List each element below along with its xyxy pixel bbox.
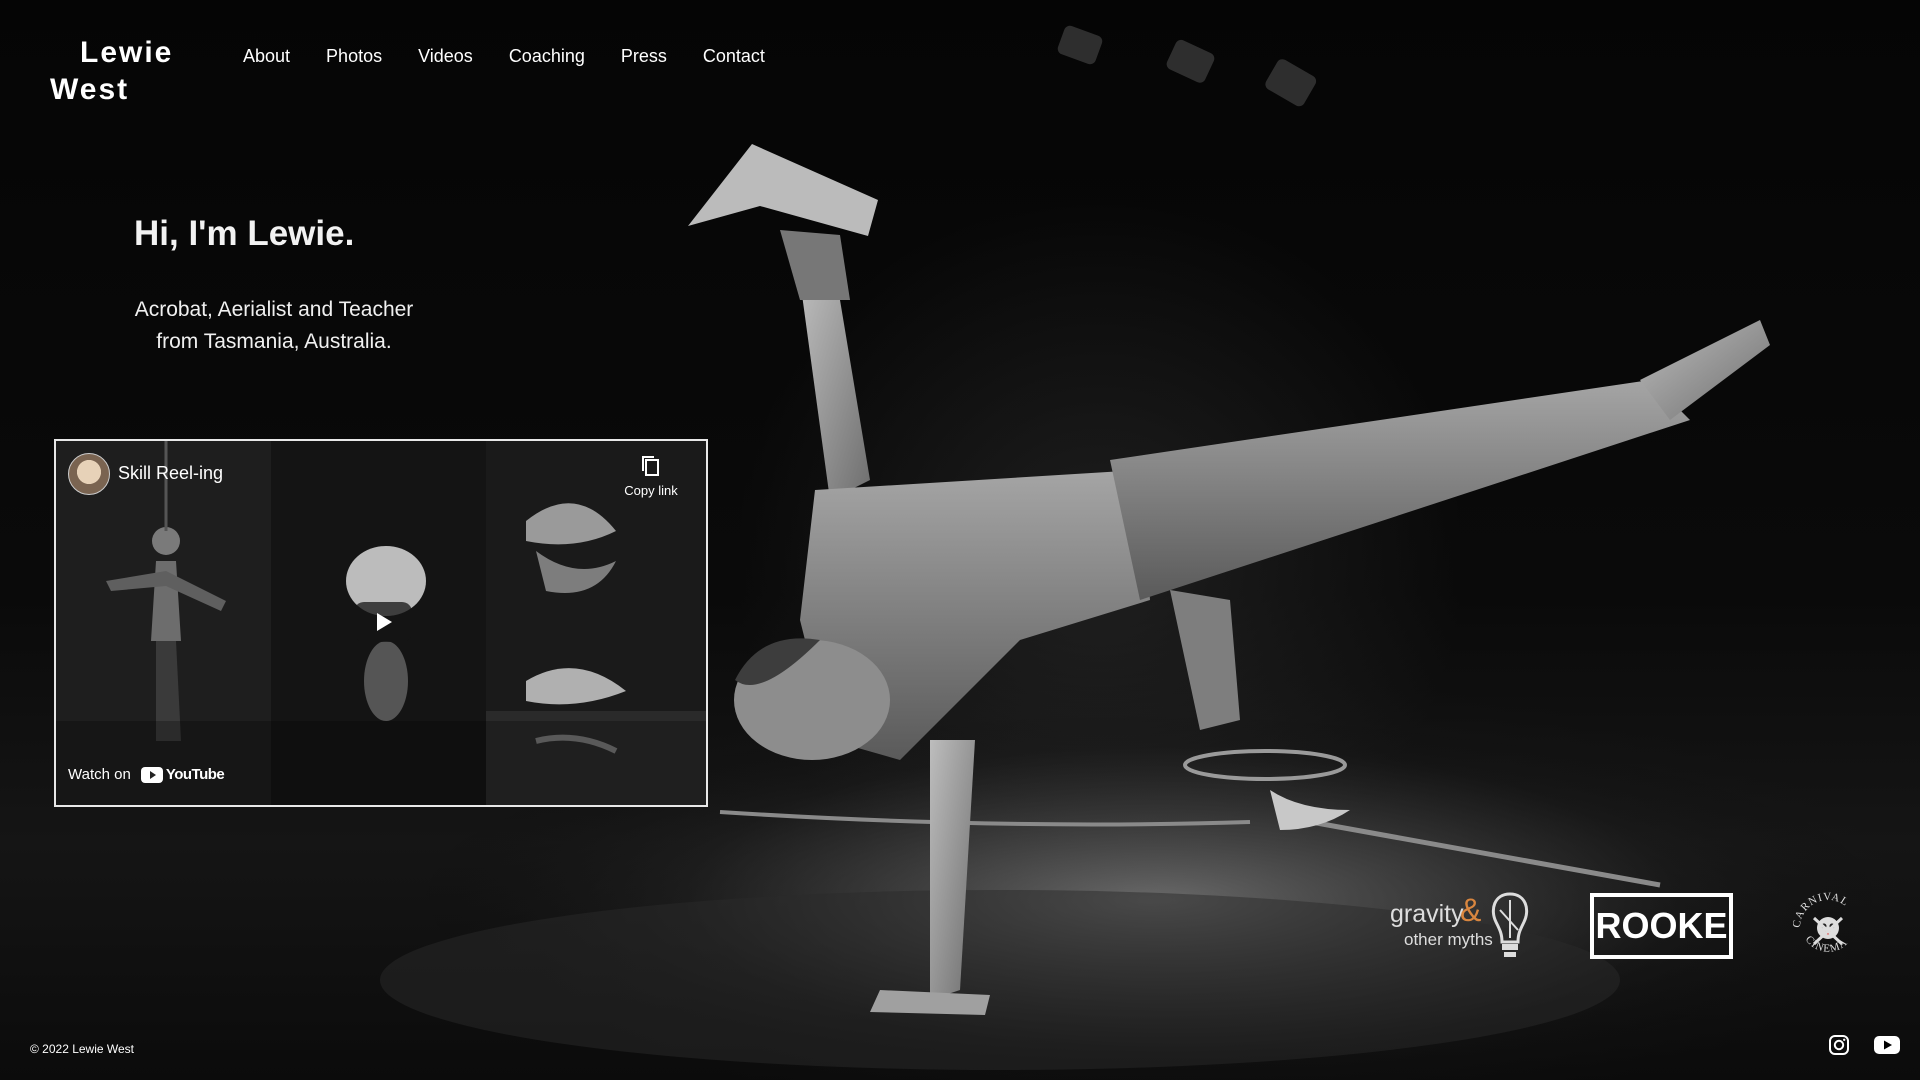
hero-subtitle-line-2: from Tasmania, Australia. bbox=[156, 330, 392, 353]
play-icon bbox=[377, 613, 392, 631]
nav-videos[interactable]: Videos bbox=[418, 44, 473, 68]
youtube-wordmark: YouTube bbox=[165, 766, 225, 783]
lightbulb-icon bbox=[1491, 892, 1529, 957]
watch-on-label: Watch on bbox=[68, 766, 131, 783]
copy-icon bbox=[616, 455, 686, 479]
nav-coaching[interactable]: Coaching bbox=[509, 44, 585, 68]
instagram-icon[interactable] bbox=[1828, 1034, 1850, 1061]
nav-contact[interactable]: Contact bbox=[703, 44, 765, 68]
logo-line-1: Lewie bbox=[80, 36, 174, 69]
watch-on-youtube-link[interactable]: Watch on YouTube bbox=[68, 766, 225, 783]
hero-title: Hi, I'm Lewie. bbox=[134, 214, 355, 253]
nav-about[interactable]: About bbox=[243, 44, 290, 68]
youtube-play-icon bbox=[140, 766, 163, 783]
page: Lewie West About Photos Videos Coaching … bbox=[0, 0, 1920, 1080]
sponsor-carnival-cinema-logo[interactable]: CARNIVAL CINEMA bbox=[1790, 888, 1865, 968]
nav-photos[interactable]: Photos bbox=[326, 44, 382, 68]
play-button[interactable] bbox=[354, 602, 412, 642]
copy-link-button[interactable]: Copy link bbox=[616, 455, 686, 498]
channel-avatar[interactable] bbox=[68, 453, 110, 495]
site-logo[interactable]: Lewie West bbox=[50, 34, 200, 108]
sponsor-gravity-and-other-myths-logo[interactable]: gravity & other myths bbox=[1388, 890, 1533, 962]
social-links bbox=[1828, 1034, 1900, 1061]
sponsor-rooke-logo[interactable]: ROOKE bbox=[1590, 893, 1733, 959]
main-nav: About Photos Videos Coaching Press Conta… bbox=[243, 44, 801, 68]
gravity-ampersand: & bbox=[1460, 892, 1482, 928]
gravity-word: gravity bbox=[1390, 900, 1464, 928]
carnival-cinema-emblem-icon: CARNIVAL CINEMA bbox=[1791, 891, 1850, 955]
hero-subtitle-line-1: Acrobat, Aerialist and Teacher bbox=[134, 298, 414, 321]
video-title[interactable]: Skill Reel-ing bbox=[118, 463, 223, 484]
youtube-logo: YouTube bbox=[140, 766, 225, 783]
copy-link-label: Copy link bbox=[624, 483, 678, 498]
hero-subtitle: Acrobat, Aerialist and Teacher from Tasm… bbox=[120, 294, 428, 358]
gravity-subtitle: other myths bbox=[1404, 930, 1493, 949]
nav-press[interactable]: Press bbox=[621, 44, 667, 68]
youtube-icon[interactable] bbox=[1874, 1036, 1900, 1059]
video-embed[interactable]: Skill Reel-ing Copy link Watch on YouTub… bbox=[54, 439, 708, 807]
copyright-text: © 2022 Lewie West bbox=[30, 1042, 135, 1056]
logo-line-2: West bbox=[50, 73, 130, 106]
